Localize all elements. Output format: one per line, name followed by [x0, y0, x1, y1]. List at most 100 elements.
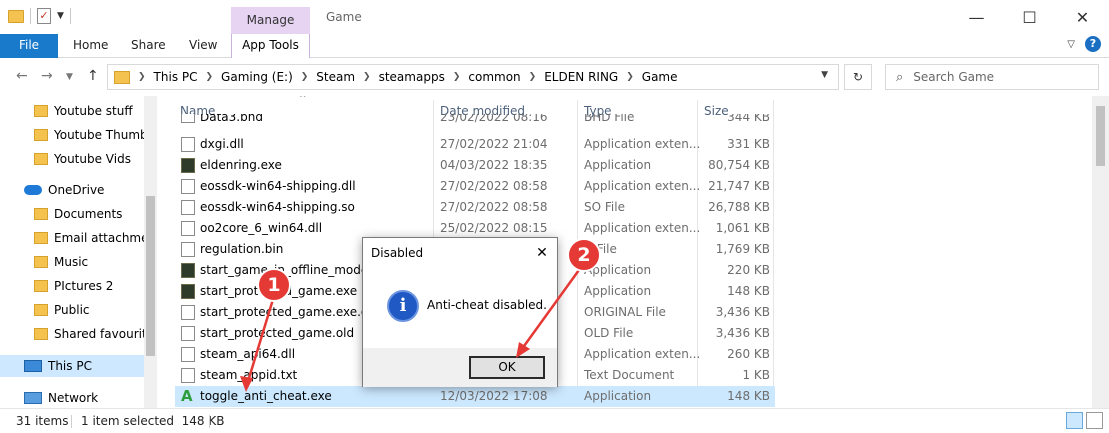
navigation-pane: Youtube stuff Youtube Thumb Youtube Vids…	[0, 96, 156, 408]
help-icon[interactable]: ?	[1085, 36, 1101, 52]
chevron-right-icon[interactable]: ❯	[301, 72, 309, 82]
tab-app-tools[interactable]: App Tools	[231, 34, 310, 58]
table-row[interactable]: eldenring.exe 04/03/2022 18:35 Applicati…	[175, 155, 775, 176]
breadcrumb-common[interactable]: common	[468, 70, 520, 84]
tab-file[interactable]: File	[0, 34, 58, 58]
address-bar-row: ← → ▼ ↑ ❯ This PC ❯ Gaming (E:) ❯ Steam …	[0, 59, 1109, 96]
file-size: 1,769 KB	[715, 242, 770, 256]
search-input[interactable]: Search Game	[913, 70, 994, 84]
folder-icon[interactable]	[8, 9, 24, 23]
nav-item-onedrive[interactable]: OneDrive	[0, 179, 156, 201]
close-icon[interactable]: ✕	[527, 238, 557, 268]
nav-item-youtube-thumb[interactable]: Youtube Thumb	[0, 124, 156, 146]
chevron-right-icon[interactable]: ❯	[529, 72, 537, 82]
table-row[interactable]: dxgi.dll 27/02/2022 21:04 Application ex…	[175, 134, 775, 155]
maximize-button[interactable]: ☐	[1003, 0, 1056, 34]
tab-view[interactable]: View	[189, 34, 217, 58]
address-bar[interactable]: ❯ This PC ❯ Gaming (E:) ❯ Steam ❯ steama…	[107, 64, 839, 90]
breadcrumb-elden-ring[interactable]: ELDEN RING	[544, 70, 618, 84]
file-icon	[181, 114, 195, 123]
breadcrumb-gaming[interactable]: Gaming (E:)	[221, 70, 293, 84]
quick-access-toolbar: ✓ ▼	[8, 8, 71, 24]
breadcrumb-steamapps[interactable]: steamapps	[379, 70, 445, 84]
nav-item-music[interactable]: Music	[0, 251, 156, 273]
file-icon	[181, 221, 195, 236]
nav-item-youtube-vids[interactable]: Youtube Vids	[0, 148, 156, 170]
nav-item-shared-favourites[interactable]: Shared favourite	[0, 323, 156, 345]
nav-item-pictures-2[interactable]: PIctures 2	[0, 275, 156, 297]
table-row[interactable]: oo2core_6_win64.dll 25/02/2022 08:15 App…	[175, 218, 775, 239]
file-date: 04/03/2022 18:35	[440, 158, 548, 172]
file-size: 220 KB	[727, 263, 770, 277]
file-date: 27/02/2022 08:58	[440, 200, 548, 214]
file-name: steam_api64.dll	[200, 347, 296, 361]
forward-arrow-icon[interactable]: →	[41, 68, 53, 84]
nav-item-label: Youtube stuff	[54, 104, 133, 118]
chevron-right-icon[interactable]: ❯	[206, 72, 214, 82]
chevron-right-icon[interactable]: ❯	[453, 72, 461, 82]
file-list-scrollbar[interactable]	[1092, 96, 1109, 408]
file-size: 344 KB	[727, 114, 770, 124]
file-name: dxgi.dll	[200, 137, 244, 151]
file-name: eossdk-win64-shipping.dll	[200, 179, 356, 193]
details-view-icon[interactable]	[1066, 412, 1083, 429]
table-row[interactable]: eossdk-win64-shipping.dll 27/02/2022 08:…	[175, 176, 775, 197]
nav-item-network[interactable]: Network	[0, 387, 156, 408]
breadcrumb-this-pc[interactable]: This PC	[154, 70, 198, 84]
file-date: 25/02/2022 08:15	[440, 221, 548, 235]
file-icon	[181, 347, 195, 362]
file-size: 3,436 KB	[715, 326, 770, 340]
table-row[interactable]: Data3.bhd 23/02/2022 08:16 BHD File 344 …	[175, 114, 775, 126]
refresh-button[interactable]: ↻	[844, 64, 872, 90]
close-window-button[interactable]: ✕	[1056, 0, 1109, 34]
expand-ribbon-icon[interactable]: ▽	[1067, 39, 1075, 50]
properties-icon[interactable]: ✓	[37, 8, 51, 24]
up-arrow-icon[interactable]: ↑	[87, 68, 99, 84]
folder-icon	[34, 280, 48, 292]
file-icon	[181, 242, 195, 257]
scrollbar-thumb[interactable]	[1096, 106, 1105, 166]
ok-button[interactable]: OK	[469, 356, 545, 379]
nav-item-public[interactable]: Public	[0, 299, 156, 321]
tab-home[interactable]: Home	[73, 34, 108, 58]
large-icons-view-icon[interactable]	[1086, 412, 1103, 429]
file-size: 331 KB	[727, 137, 770, 151]
file-icon	[181, 368, 195, 383]
file-type: Text Document	[584, 368, 675, 382]
file-size: 80,754 KB	[708, 158, 770, 172]
file-date: 27/02/2022 21:04	[440, 137, 548, 151]
file-icon	[181, 305, 195, 320]
recent-locations-icon[interactable]: ▼	[66, 72, 73, 82]
chevron-right-icon[interactable]: ❯	[626, 72, 634, 82]
folder-icon	[114, 70, 130, 84]
tab-manage[interactable]: Manage	[231, 7, 310, 34]
minimize-button[interactable]: —	[950, 0, 1003, 34]
chevron-right-icon[interactable]: ❯	[363, 72, 371, 82]
file-date: 27/02/2022 08:58	[440, 179, 548, 193]
nav-item-email-attachments[interactable]: Email attachmer	[0, 227, 156, 249]
search-box[interactable]: ⌕ Search Game	[885, 64, 1099, 90]
nav-item-label: Shared favourite	[54, 327, 155, 341]
scrollbar-thumb[interactable]	[146, 196, 155, 356]
nav-item-youtube-stuff[interactable]: Youtube stuff	[0, 100, 156, 122]
file-type: SO File	[584, 200, 625, 214]
nav-item-this-pc[interactable]: This PC	[0, 355, 156, 377]
nav-item-label: Network	[48, 391, 99, 405]
dialog-body: i Anti-cheat disabled.	[363, 270, 557, 348]
file-name: eldenring.exe	[200, 158, 282, 172]
breadcrumb-steam[interactable]: Steam	[316, 70, 355, 84]
breadcrumb-game[interactable]: Game	[642, 70, 678, 84]
window-title: Game	[326, 10, 362, 24]
status-divider	[71, 415, 72, 428]
address-history-icon[interactable]: ▼	[821, 70, 828, 80]
tab-share[interactable]: Share	[131, 34, 166, 58]
chevron-right-icon[interactable]: ❯	[138, 72, 146, 82]
table-row[interactable]: eossdk-win64-shipping.so 27/02/2022 08:5…	[175, 197, 775, 218]
app-icon	[181, 263, 195, 278]
nav-item-documents[interactable]: Documents	[0, 203, 156, 225]
nav-scrollbar[interactable]	[144, 96, 157, 408]
back-arrow-icon[interactable]: ←	[16, 68, 28, 84]
table-row-selected[interactable]: A toggle_anti_cheat.exe 12/03/2022 17:08…	[175, 386, 775, 407]
network-icon	[24, 392, 42, 404]
chevron-down-icon[interactable]: ▼	[57, 11, 64, 21]
